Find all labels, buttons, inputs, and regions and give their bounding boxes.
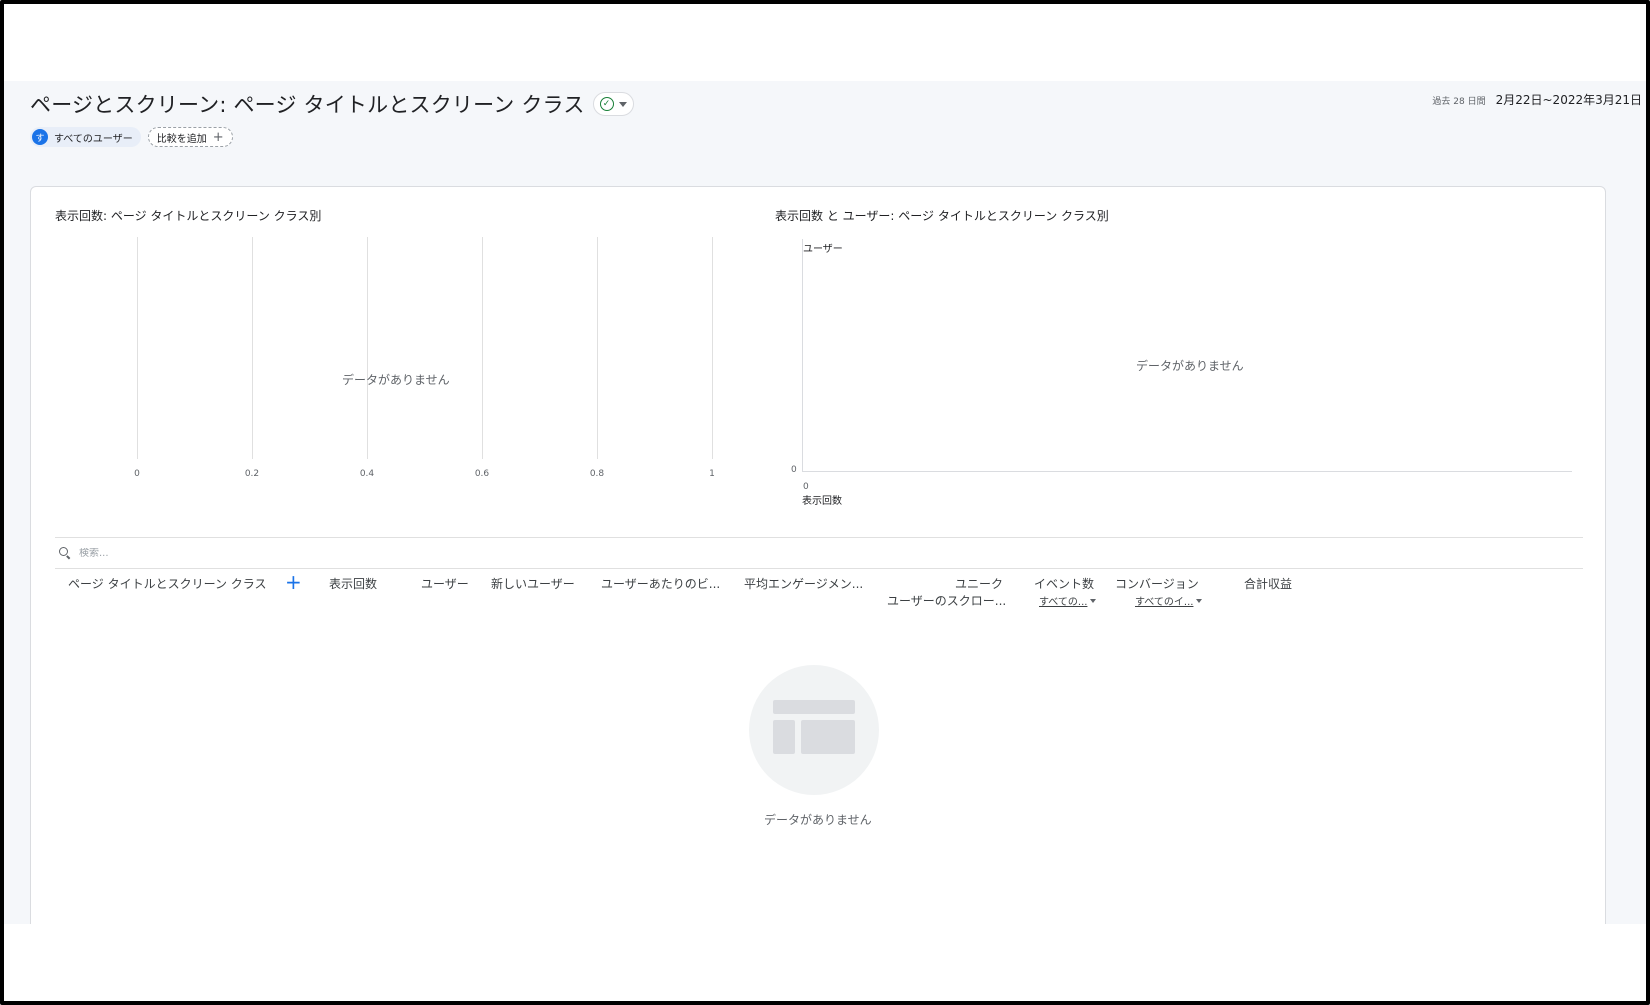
gridline [252,237,253,459]
column-header-total-revenue[interactable]: 合計収益 [1244,575,1292,592]
column-header-new-users[interactable]: 新しいユーザー [491,575,575,592]
conversion-filter-label: すべてのイ... [1135,597,1194,608]
chevron-down-icon [1196,598,1203,603]
report-card: 表示回数: ページ タイトルとスクリーン クラス別 0 0.2 0.4 0.6 … [30,186,1606,946]
column-header-dimension[interactable]: ページ タイトルとスクリーン クラス [68,575,267,592]
bar-chart-title: 表示回数: ページ タイトルとスクリーン クラス別 [55,209,322,223]
gridline [482,237,483,459]
page-title: ページとスクリーン: ページ タイトルとスクリーン クラス [30,93,585,117]
scatter-chart-title: 表示回数 と ユーザー: ページ タイトルとスクリーン クラス別 [775,209,1109,223]
date-range-picker[interactable]: 過去 28 日間 2月22日~2022年3月21日 [1432,91,1642,108]
column-header-views[interactable]: 表示回数 [329,575,377,592]
table-search-row [55,537,1583,569]
search-input[interactable] [79,547,479,559]
x-tick-label: 0.8 [589,469,605,479]
x-zero-tick: 0 [803,482,809,492]
search-icon [59,547,71,559]
chevron-down-icon [618,101,627,107]
event-filter-dropdown[interactable]: すべての... [1039,593,1097,608]
check-icon: ✓ [599,97,614,111]
add-dimension-button[interactable]: + [285,572,302,592]
gridline [367,237,368,459]
report-status-menu[interactable]: ✓ [592,92,634,116]
report-page: ページとスクリーン: ページ タイトルとスクリーン クラス ✓ 過去 28 日間… [4,81,1646,946]
date-range-value: 2月22日~2022年3月21日 [1495,93,1642,107]
x-tick-label: 0.4 [359,469,375,479]
x-axis-label: 表示回数 [802,496,842,507]
x-tick-label: 0.2 [244,469,260,479]
user-segment-icon: す [32,129,48,145]
x-tick-label: 0 [134,469,140,479]
gridline [712,237,713,459]
x-tick-label: 0.6 [474,469,490,479]
title-row: ページとスクリーン: ページ タイトルとスクリーン クラス ✓ [30,89,634,119]
illustration-header-block [773,700,855,714]
bottom-margin [4,924,1646,1001]
x-axis-line [802,471,1572,472]
illustration-content-block [801,720,855,754]
column-header-users[interactable]: ユーザー [421,575,469,592]
top-margin [4,4,1646,81]
comparison-chips: す すべてのユーザー 比較を追加 + [30,127,233,147]
illustration-side-block [773,720,795,754]
plus-icon: + [212,129,224,145]
column-header-avg-engagement[interactable]: 平均エンゲージメン... [744,575,863,592]
conversion-filter-dropdown[interactable]: すべてのイ... [1135,593,1203,608]
date-range-label: 過去 28 日間 [1432,97,1486,107]
y-axis-label: ユーザー [803,244,843,255]
y-axis-line [802,239,803,471]
event-filter-label: すべての... [1039,597,1088,608]
table-empty-text: データがありません [764,813,872,827]
y-zero-tick: 0 [791,465,797,475]
add-comparison-label: 比較を追加 [156,133,207,145]
column-header-conversions[interactable]: コンバージョン [1115,575,1199,592]
gridline [597,237,598,459]
column-header-unique-scroll[interactable]: ユニーク [955,575,1003,592]
chevron-down-icon [1090,598,1097,603]
add-comparison-button[interactable]: 比較を追加 + [147,127,233,147]
bar-chart-no-data: データがありません [342,373,450,387]
empty-table-illustration [749,665,879,795]
gridline [137,237,138,459]
all-users-label: すべてのユーザー [54,133,133,145]
column-header-event-count[interactable]: イベント数 [1034,575,1094,592]
x-tick-label: 1 [709,469,715,479]
column-header-views-per-user[interactable]: ユーザーあたりのビ... [601,575,720,592]
all-users-chip[interactable]: す すべてのユーザー [30,127,141,147]
scatter-chart-no-data: データがありません [1136,359,1244,373]
column-header-unique-scroll-sub[interactable]: ユーザーのスクロー... [887,592,1006,609]
